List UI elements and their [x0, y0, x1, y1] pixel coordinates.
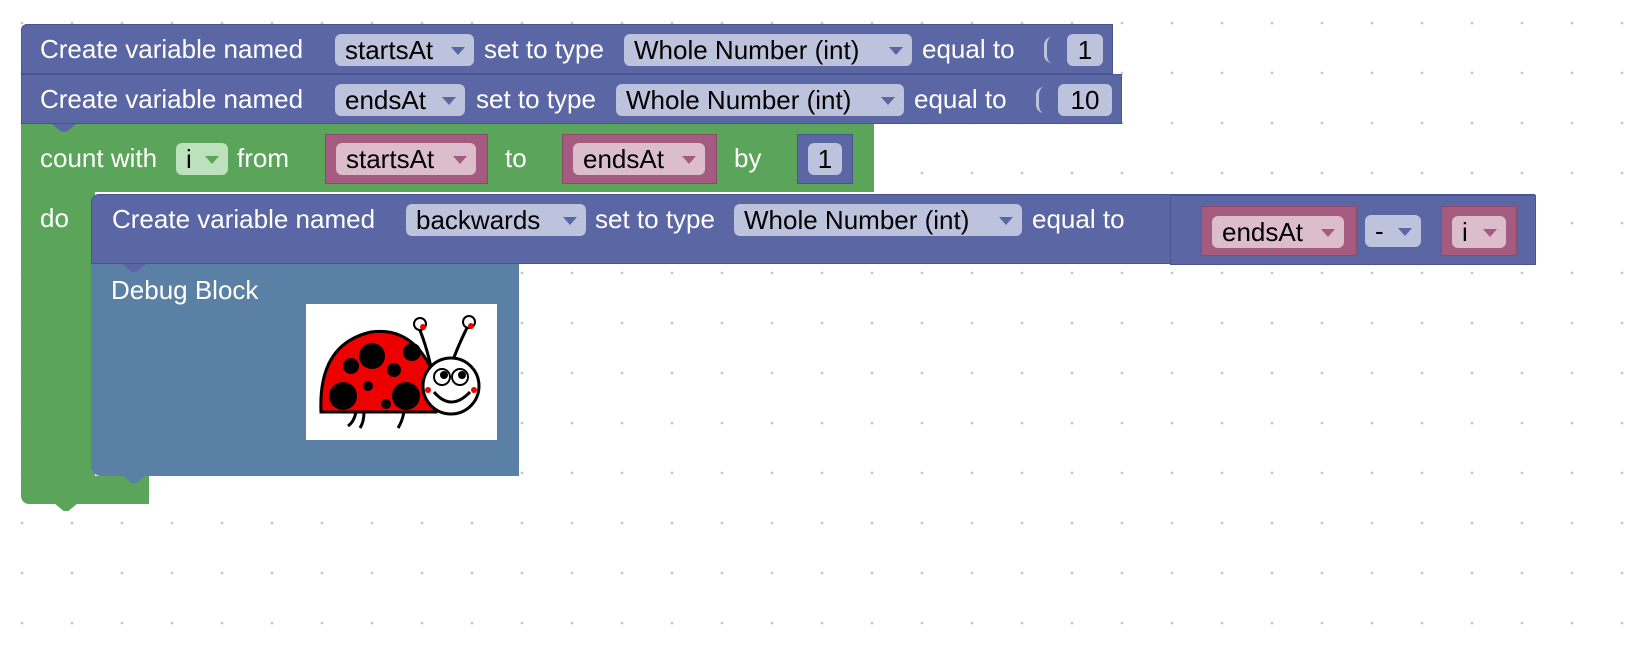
getter-variable-text: i: [1462, 217, 1468, 247]
type-text: Whole Number (int): [744, 205, 970, 235]
from-label: from: [237, 143, 289, 173]
variable-name-dropdown[interactable]: backwards: [406, 204, 586, 236]
getter-variable-text: startsAt: [346, 144, 435, 174]
operator-dropdown[interactable]: -: [1365, 215, 1421, 247]
create-variable-block-backwards[interactable]: Create variable named backwards set to t…: [91, 194, 1536, 265]
by-label: by: [734, 143, 762, 173]
value-number-field[interactable]: 1: [1067, 34, 1103, 66]
create-variable-label: Create variable named: [40, 34, 304, 64]
equal-to-label: equal to: [914, 84, 1007, 114]
create-variable-block-endsAt[interactable]: Create variable named endsAt set to type…: [21, 74, 1122, 124]
loop-do-arm: [21, 190, 95, 480]
loop-variable-text: i: [186, 144, 192, 174]
to-label: to: [505, 143, 527, 173]
debug-block-title: Debug Block: [111, 275, 259, 305]
variable-name-dropdown[interactable]: startsAt: [335, 34, 474, 66]
chevron-down-icon: [881, 97, 895, 105]
variable-getter-startsAt[interactable]: startsAt: [325, 134, 488, 184]
chevron-down-icon: [1483, 229, 1497, 237]
chevron-down-icon: [451, 47, 465, 55]
getter-variable-text: endsAt: [583, 144, 664, 174]
type-text: Whole Number (int): [626, 85, 852, 115]
chevron-down-icon: [889, 47, 903, 55]
set-type-label: set to type: [595, 204, 715, 234]
chevron-down-icon: [563, 217, 577, 225]
number-block-by[interactable]: 1: [797, 134, 853, 184]
chevron-down-icon: [682, 156, 696, 164]
getter-variable-text: endsAt: [1222, 217, 1303, 247]
value-number-field[interactable]: 10: [1058, 84, 1112, 116]
variable-getter-endsAt[interactable]: endsAt: [562, 134, 717, 184]
chevron-down-icon: [999, 217, 1013, 225]
set-type-label: set to type: [476, 84, 596, 114]
type-dropdown[interactable]: Whole Number (int): [616, 84, 904, 116]
operator-text: -: [1375, 216, 1384, 246]
do-label: do: [40, 203, 69, 233]
variable-name-dropdown[interactable]: endsAt: [335, 84, 465, 116]
variable-name-text: backwards: [416, 205, 541, 235]
chevron-down-icon: [1321, 229, 1335, 237]
by-number-field[interactable]: 1: [808, 143, 842, 175]
variable-getter-endsAt[interactable]: endsAt: [1201, 206, 1357, 256]
variable-name-text: startsAt: [345, 35, 434, 65]
variable-name-text: endsAt: [345, 85, 426, 115]
count-with-label: count with: [40, 143, 158, 173]
arithmetic-block[interactable]: endsAt - i: [1170, 195, 1536, 265]
loop-variable-dropdown[interactable]: i: [176, 143, 228, 175]
value-socket: [1044, 37, 1054, 63]
equal-to-label: equal to: [1032, 204, 1125, 234]
chevron-down-icon: [205, 156, 219, 164]
value-socket: [1036, 87, 1046, 113]
chevron-down-icon: [442, 97, 456, 105]
chevron-down-icon: [453, 156, 467, 164]
getter-variable-dropdown[interactable]: endsAt: [573, 143, 705, 175]
ladybug-icon: [306, 304, 497, 440]
create-variable-block-startsAt[interactable]: Create variable named startsAt set to ty…: [21, 24, 1113, 74]
equal-to-label: equal to: [922, 34, 1015, 64]
getter-variable-dropdown[interactable]: startsAt: [336, 143, 476, 175]
chevron-down-icon: [1398, 228, 1412, 236]
getter-variable-dropdown[interactable]: i: [1452, 216, 1506, 248]
variable-getter-i[interactable]: i: [1441, 206, 1517, 256]
type-dropdown[interactable]: Whole Number (int): [734, 204, 1022, 236]
getter-variable-dropdown[interactable]: endsAt: [1212, 216, 1344, 248]
create-variable-label: Create variable named: [40, 84, 304, 114]
type-dropdown[interactable]: Whole Number (int): [624, 34, 912, 66]
create-variable-label: Create variable named: [112, 204, 376, 234]
set-type-label: set to type: [484, 34, 604, 64]
type-text: Whole Number (int): [634, 35, 860, 65]
